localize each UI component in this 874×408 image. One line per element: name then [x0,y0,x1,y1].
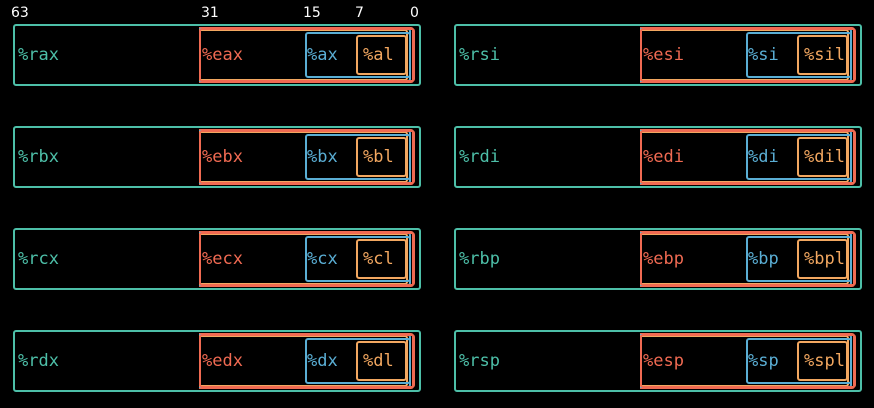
register-group-rcx: %rcx %ecx %cx %cl [13,228,421,290]
register-label-rsi: %rsi [459,45,500,65]
register-label-cl: %cl [363,249,394,269]
register-label-esp: %esp [643,351,684,371]
register-label-esi: %esi [643,45,684,65]
register-label-dl: %dl [363,351,394,371]
bit-label-31: 31 [201,5,219,21]
register-label-ecx: %ecx [202,249,243,269]
bit-label-15: 15 [303,5,321,21]
register-group-rax: %rax %eax %ax %al [13,24,421,86]
register-label-rdi: %rdi [459,147,500,167]
register-label-si: %si [748,45,779,65]
register-label-cx: %cx [307,249,338,269]
register-group-rbp: %rbp %ebp %bp %bpl [454,228,862,290]
bit-label-0: 0 [410,5,419,21]
register-label-spl: %spl [804,351,845,371]
register-label-bp: %bp [748,249,779,269]
register-label-dx: %dx [307,351,338,371]
bit-label-7: 7 [355,5,364,21]
register-label-rbx: %rbx [18,147,59,167]
register-label-bl: %bl [363,147,394,167]
register-label-rbp: %rbp [459,249,500,269]
register-group-rsp: %rsp %esp %sp %spl [454,330,862,392]
register-label-dil: %dil [804,147,845,167]
register-label-di: %di [748,147,779,167]
register-label-sp: %sp [748,351,779,371]
register-label-al: %al [363,45,394,65]
register-label-edx: %edx [202,351,243,371]
register-label-bx: %bx [307,147,338,167]
register-label-edi: %edi [643,147,684,167]
register-label-ebx: %ebx [202,147,243,167]
register-label-ax: %ax [307,45,338,65]
register-label-rax: %rax [18,45,59,65]
register-group-rbx: %rbx %ebx %bx %bl [13,126,421,188]
register-label-sil: %sil [804,45,845,65]
register-label-eax: %eax [202,45,243,65]
register-label-bpl: %bpl [804,249,845,269]
bit-label-63: 63 [11,5,29,21]
register-label-rsp: %rsp [459,351,500,371]
register-group-rdx: %rdx %edx %dx %dl [13,330,421,392]
register-label-ebp: %ebp [643,249,684,269]
register-label-rdx: %rdx [18,351,59,371]
register-group-rdi: %rdi %edi %di %dil [454,126,862,188]
register-label-rcx: %rcx [18,249,59,269]
register-group-rsi: %rsi %esi %si %sil [454,24,862,86]
